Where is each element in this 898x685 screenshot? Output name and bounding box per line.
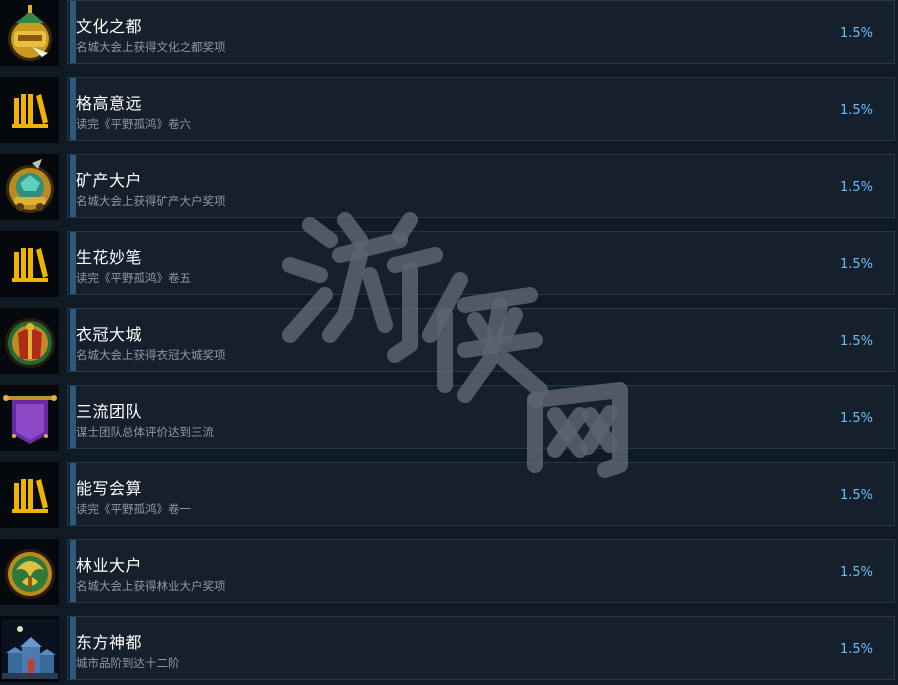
achievement-description: 名城大会上获得文化之都奖项 [76, 40, 226, 54]
achievement-card: 衣冠大城 名城大会上获得衣冠大城奖项 1.5% [67, 308, 895, 372]
palace-city-icon [0, 616, 59, 682]
books-icon [0, 231, 59, 297]
unlock-percentage: 1.5% [839, 565, 873, 580]
achievement-card: 三流团队 谋士团队总体评价达到三流 1.5% [67, 385, 895, 449]
achievement-description: 谋士团队总体评价达到三流 [76, 425, 214, 439]
achievement-card: 格高意远 读完《平野孤鸿》卷六 1.5% [67, 77, 895, 141]
achievement-description: 读完《平野孤鸿》卷五 [76, 271, 191, 285]
achievement-title: 衣冠大城 [76, 325, 143, 344]
achievement-card: 东方神都 城市品阶到达十二阶 1.5% [67, 616, 895, 680]
achievement-title: 生花妙笔 [76, 248, 143, 267]
unlock-percentage: 1.5% [839, 26, 873, 41]
forest-medallion-icon [0, 539, 59, 605]
achievement-row[interactable]: 林业大户 名城大会上获得林业大户奖项 1.5% [0, 539, 898, 607]
achievement-title: 文化之都 [76, 17, 143, 36]
achievement-card: 文化之都 名城大会上获得文化之都奖项 1.5% [67, 0, 895, 64]
achievement-card: 矿产大户 名城大会上获得矿产大户奖项 1.5% [67, 154, 895, 218]
achievement-list: 文化之都 名城大会上获得文化之都奖项 1.5% 格高意远 读完《平野孤鸿》卷六 … [0, 0, 898, 685]
achievement-description: 读完《平野孤鸿》卷一 [76, 502, 191, 516]
robe-medallion-icon [0, 308, 59, 374]
achievement-row[interactable]: 衣冠大城 名城大会上获得衣冠大城奖项 1.5% [0, 308, 898, 376]
achievement-description: 读完《平野孤鸿》卷六 [76, 117, 191, 131]
achievement-row[interactable]: 格高意远 读完《平野孤鸿》卷六 1.5% [0, 77, 898, 145]
achievement-card: 林业大户 名城大会上获得林业大户奖项 1.5% [67, 539, 895, 603]
unlock-percentage: 1.5% [839, 180, 873, 195]
unlock-percentage: 1.5% [839, 103, 873, 118]
achievement-description: 名城大会上获得林业大户奖项 [76, 579, 226, 593]
achievement-description: 名城大会上获得矿产大户奖项 [76, 194, 226, 208]
mine-cart-icon [0, 154, 59, 220]
achievement-row[interactable]: 文化之都 名城大会上获得文化之都奖项 1.5% [0, 0, 898, 68]
unlock-percentage: 1.5% [839, 257, 873, 272]
achievement-description: 名城大会上获得衣冠大城奖项 [76, 348, 226, 362]
achievement-title: 林业大户 [76, 556, 143, 575]
achievement-row[interactable]: 能写会算 读完《平野孤鸿》卷一 1.5% [0, 462, 898, 530]
achievement-title: 矿产大户 [76, 171, 143, 190]
books-icon [0, 77, 59, 143]
unlock-percentage: 1.5% [839, 334, 873, 349]
achievement-title: 格高意远 [76, 94, 143, 113]
achievement-title: 能写会算 [76, 479, 143, 498]
unlock-percentage: 1.5% [839, 642, 873, 657]
purple-banner-icon [0, 385, 59, 451]
achievement-title: 东方神都 [76, 633, 143, 652]
achievement-row[interactable]: 矿产大户 名城大会上获得矿产大户奖项 1.5% [0, 154, 898, 222]
achievement-row[interactable]: 东方神都 城市品阶到达十二阶 1.5% [0, 616, 898, 684]
achievement-card: 生花妙笔 读完《平野孤鸿》卷五 1.5% [67, 231, 895, 295]
achievement-row[interactable]: 三流团队 谋士团队总体评价达到三流 1.5% [0, 385, 898, 453]
unlock-percentage: 1.5% [839, 411, 873, 426]
achievement-title: 三流团队 [76, 402, 143, 421]
golden-lantern-icon [0, 0, 59, 66]
achievement-row[interactable]: 生花妙笔 读完《平野孤鸿》卷五 1.5% [0, 231, 898, 299]
achievement-description: 城市品阶到达十二阶 [76, 656, 180, 670]
achievement-card: 能写会算 读完《平野孤鸿》卷一 1.5% [67, 462, 895, 526]
unlock-percentage: 1.5% [839, 488, 873, 503]
books-icon [0, 462, 59, 528]
